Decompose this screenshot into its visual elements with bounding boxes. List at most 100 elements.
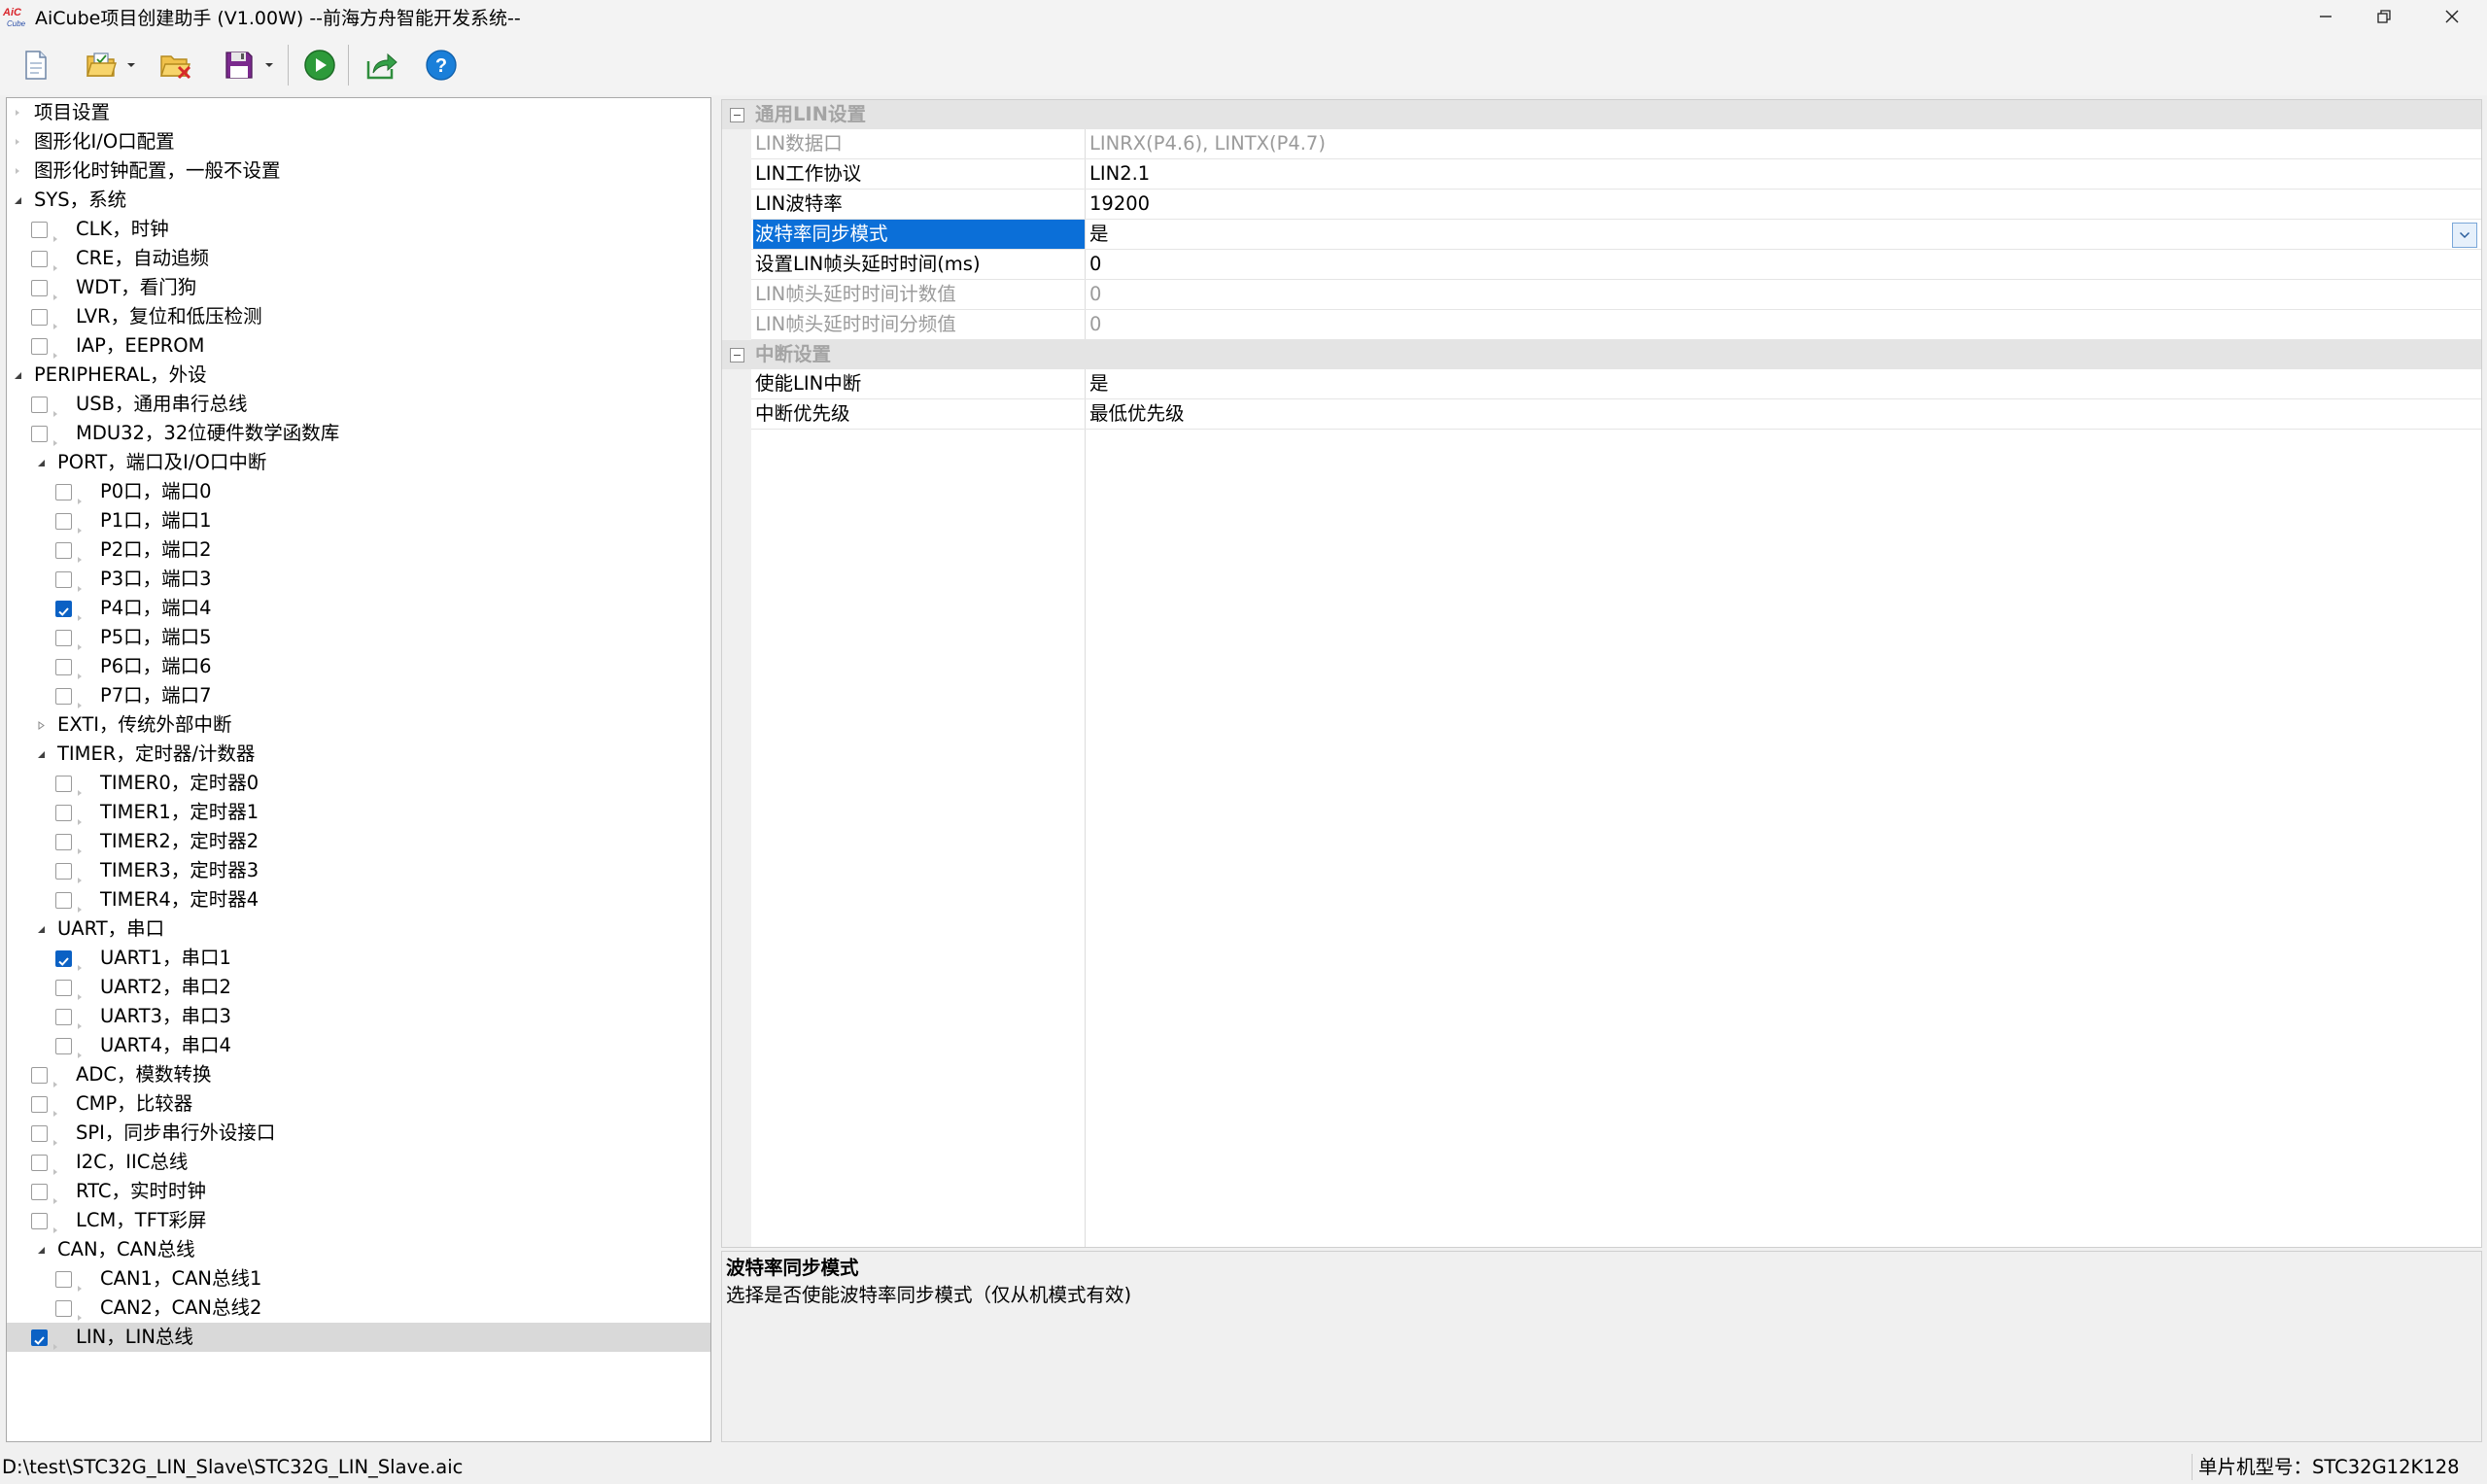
tree-item-checkbox[interactable] (55, 1271, 72, 1288)
tree-item[interactable]: SYS，系统 (7, 186, 710, 215)
tree-item-checkbox[interactable] (55, 863, 72, 880)
tree-item-checkbox[interactable] (55, 776, 72, 792)
grid-property-row[interactable]: 中断优先级 最低优先级 (751, 399, 2481, 430)
tree-item[interactable]: P4口，端口4 (7, 594, 710, 623)
tree-item-checkbox[interactable] (55, 805, 72, 821)
tree-item-checkbox[interactable] (55, 601, 72, 617)
open-project-button[interactable] (78, 47, 146, 84)
tree-item[interactable]: PERIPHERAL，外设 (7, 361, 710, 390)
tree-item[interactable]: RTC，实时时钟 (7, 1177, 710, 1206)
tree-item[interactable]: TIMER1，定时器1 (7, 798, 710, 827)
tree-item[interactable]: 图形化I/O口配置 (7, 127, 710, 156)
tree-item-checkbox[interactable] (31, 1213, 48, 1229)
tree-item-checkbox[interactable] (55, 659, 72, 675)
grid-category[interactable]: 中断设置 (722, 340, 2481, 369)
tree-item[interactable]: IAP，EEPROM (7, 331, 710, 361)
tree-item[interactable]: WDT，看门狗 (7, 273, 710, 302)
property-value[interactable]: 最低优先级 (1086, 399, 2481, 429)
tree-item[interactable]: TIMER0，定时器0 (7, 769, 710, 798)
help-button[interactable]: ? (423, 47, 460, 84)
tree-item-checkbox[interactable] (31, 1125, 48, 1142)
property-value[interactable]: 是 (1086, 369, 2481, 398)
collapse-toggle-icon[interactable] (730, 348, 744, 362)
tree-item[interactable]: SPI，同步串行外设接口 (7, 1119, 710, 1148)
tree-item-checkbox[interactable] (55, 571, 72, 588)
close-project-button[interactable] (158, 47, 193, 84)
tree-item-checkbox[interactable] (55, 1300, 72, 1317)
tree-item-checkbox[interactable] (31, 1329, 48, 1346)
tree-item-checkbox[interactable] (31, 251, 48, 267)
tree-item[interactable]: P6口，端口6 (7, 652, 710, 681)
grid-property-row[interactable]: 设置LIN帧头延时时间(ms) 0 (751, 250, 2481, 280)
tree-item-checkbox[interactable] (55, 892, 72, 909)
tree-item[interactable]: EXTI，传统外部中断 (7, 710, 710, 740)
chevron-down-icon[interactable] (124, 60, 138, 70)
tree-item[interactable]: TIMER4，定时器4 (7, 885, 710, 915)
tree-item[interactable]: I2C，IIC总线 (7, 1148, 710, 1177)
grid-category[interactable]: 通用LIN设置 (722, 100, 2481, 129)
tree-item[interactable]: 项目设置 (7, 98, 710, 127)
tree-item[interactable]: 图形化时钟配置，一般不设置 (7, 156, 710, 186)
tree-item-checkbox[interactable] (31, 1155, 48, 1171)
close-window-button[interactable] (2418, 0, 2486, 33)
tree-item-checkbox[interactable] (31, 1096, 48, 1113)
tree-item[interactable]: UART2，串口2 (7, 973, 710, 1002)
tree-item[interactable]: P7口，端口7 (7, 681, 710, 710)
tree-item[interactable]: CAN2，CAN总线2 (7, 1294, 710, 1323)
run-button[interactable] (301, 47, 338, 84)
collapse-arrow-icon[interactable] (11, 361, 24, 390)
value-dropdown-button[interactable] (2452, 223, 2477, 248)
tree-item[interactable]: CRE，自动追频 (7, 244, 710, 273)
tree-item[interactable]: UART，串口 (7, 915, 710, 944)
tree-item[interactable]: USB，通用串行总线 (7, 390, 710, 419)
grid-property-row[interactable]: LIN帧头延时时间计数值 0 (751, 280, 2481, 310)
tree-item-checkbox[interactable] (31, 1067, 48, 1084)
tree-item-checkbox[interactable] (55, 980, 72, 996)
restore-button[interactable] (2350, 0, 2418, 33)
peripheral-tree[interactable]: 项目设置 图形化I/O口配置 图形化时钟配置，一般不设置 SYS，系统 CLK，时钟 CR… (6, 97, 711, 1442)
grid-property-row[interactable]: LIN数据口 LINRX(P4.6), LINTX(P4.7) (751, 129, 2481, 159)
tree-item-checkbox[interactable] (55, 1038, 72, 1054)
grid-property-row[interactable]: 使能LIN中断 是 (751, 369, 2481, 399)
tree-item-checkbox[interactable] (55, 542, 72, 559)
tree-item[interactable]: MDU32，32位硬件数学函数库 (7, 419, 710, 448)
expand-arrow-icon[interactable] (34, 710, 48, 740)
tree-item-checkbox[interactable] (55, 484, 72, 500)
tree-item-checkbox[interactable] (31, 397, 48, 413)
new-project-button[interactable] (19, 47, 52, 84)
tree-item-checkbox[interactable] (55, 834, 72, 850)
tree-item-checkbox[interactable] (31, 280, 48, 296)
collapse-arrow-icon[interactable] (11, 186, 24, 215)
tree-item[interactable]: ADC，模数转换 (7, 1060, 710, 1089)
tree-item[interactable]: CAN1，CAN总线1 (7, 1264, 710, 1294)
chevron-down-icon[interactable] (262, 60, 276, 70)
property-grid[interactable]: 通用LIN设置 LIN数据口 LINRX(P4.6), LINTX(P4.7) LIN… (721, 99, 2482, 1248)
property-value[interactable]: 19200 (1086, 190, 2481, 219)
tree-item-checkbox[interactable] (31, 309, 48, 326)
property-value[interactable]: LIN2.1 (1086, 159, 2481, 189)
tree-item[interactable]: CAN，CAN总线 (7, 1235, 710, 1264)
tree-item-checkbox[interactable] (55, 1009, 72, 1025)
tree-item-checkbox[interactable] (55, 630, 72, 646)
tree-item[interactable]: LVR，复位和低压检测 (7, 302, 710, 331)
tree-item[interactable]: UART1，串口1 (7, 944, 710, 973)
tree-item[interactable]: PORT，端口及I/O口中断 (7, 448, 710, 477)
tree-item[interactable]: CMP，比较器 (7, 1089, 710, 1119)
export-button[interactable] (363, 47, 400, 84)
tree-item[interactable]: P5口，端口5 (7, 623, 710, 652)
tree-item-checkbox[interactable] (31, 426, 48, 442)
grid-property-row[interactable]: LIN波特率 19200 (751, 190, 2481, 220)
tree-item[interactable]: P1口，端口1 (7, 506, 710, 535)
tree-item-checkbox[interactable] (55, 688, 72, 705)
tree-item[interactable]: P2口，端口2 (7, 535, 710, 565)
tree-item[interactable]: P3口，端口3 (7, 565, 710, 594)
tree-item[interactable]: UART3，串口3 (7, 1002, 710, 1031)
property-value[interactable]: 是 (1086, 220, 2481, 249)
grid-property-row[interactable]: 波特率同步模式是 (751, 220, 2481, 250)
tree-item-checkbox[interactable] (31, 222, 48, 238)
property-value[interactable]: 0 (1086, 250, 2481, 279)
tree-item-checkbox[interactable] (55, 950, 72, 967)
tree-item[interactable]: UART4，串口4 (7, 1031, 710, 1060)
collapse-arrow-icon[interactable] (34, 448, 48, 477)
collapse-toggle-icon[interactable] (730, 108, 744, 122)
